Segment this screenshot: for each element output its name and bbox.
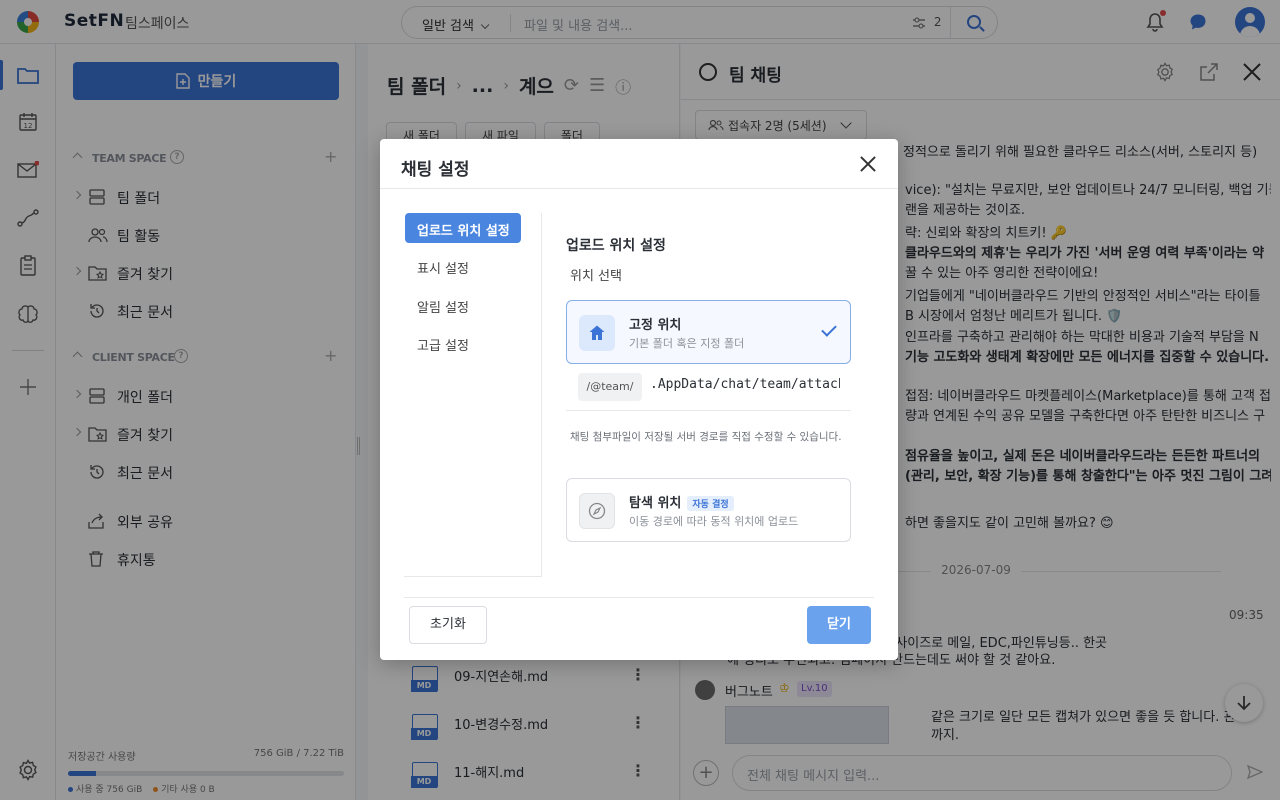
compass-icon [579, 493, 615, 529]
dialog-title: 채팅 설정 [401, 160, 470, 180]
chat-settings-dialog: 채팅 설정 업로드 위치 설정 표시 설정 알림 설정 고급 설정 업로드 위치… [380, 139, 898, 660]
auto-badge: 자동 결정 [687, 496, 734, 511]
home-icon [579, 315, 615, 351]
option-title: 탐색 위치 자동 결정 [629, 492, 734, 511]
section-title: 업로드 위치 설정 [566, 238, 666, 254]
dialog-header: 채팅 설정 [380, 139, 898, 189]
divider [404, 597, 874, 598]
reset-button[interactable]: 초기화 [409, 606, 487, 644]
fixed-location-option[interactable]: 고정 위치 기본 폴더 혹은 지정 폴더 [566, 300, 851, 364]
settings-tab-advanced[interactable]: 고급 설정 [405, 328, 521, 358]
option-title: 고정 위치 [629, 318, 682, 333]
upload-path-field: /@team/ .AppData/chat/team/attachments [566, 367, 851, 411]
checkmark-icon [821, 321, 837, 337]
path-prefix: /@team/ [578, 373, 642, 401]
path-hint: 채팅 첨부파일이 저장될 서버 경로를 직접 수정할 수 있습니다. [570, 431, 842, 443]
close-icon[interactable] [858, 154, 878, 174]
option-description: 이동 경로에 따라 동적 위치에 업로드 [629, 515, 799, 528]
settings-tab-notifications[interactable]: 알림 설정 [405, 290, 521, 320]
close-button[interactable]: 닫기 [807, 606, 871, 644]
section-subtitle: 위치 선택 [570, 269, 622, 284]
settings-nav: 업로드 위치 설정 표시 설정 알림 설정 고급 설정 [404, 213, 542, 577]
settings-tab-upload-location[interactable]: 업로드 위치 설정 [405, 213, 521, 243]
option-description: 기본 폴더 혹은 지정 폴더 [629, 337, 745, 350]
settings-tab-display[interactable]: 표시 설정 [405, 251, 521, 281]
upload-path-input[interactable]: .AppData/chat/team/attachments [650, 377, 840, 392]
dynamic-location-option[interactable]: 탐색 위치 자동 결정 이동 경로에 따라 동적 위치에 업로드 [566, 478, 851, 542]
option-title-text: 탐색 위치 [629, 496, 682, 511]
